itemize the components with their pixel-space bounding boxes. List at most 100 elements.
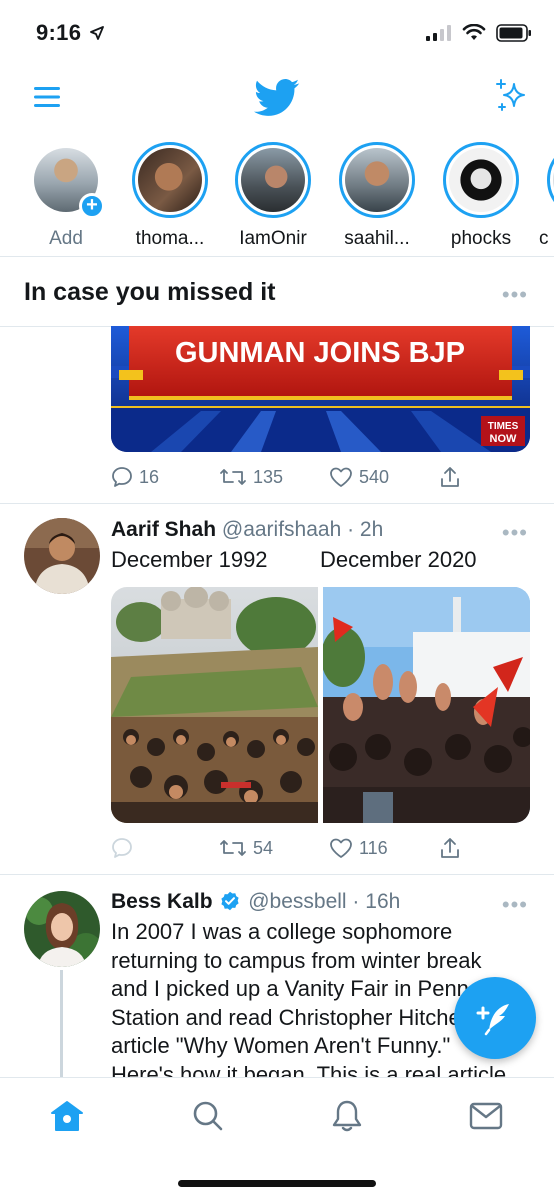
share-icon: [441, 467, 459, 487]
tweet-text-left: December 1992: [111, 547, 268, 572]
tweet-media-image[interactable]: GUNMAN JOINS BJP TIMES NOW: [111, 326, 530, 452]
like-button[interactable]: 540: [329, 466, 389, 488]
channel-badge-bottom: NOW: [490, 433, 518, 445]
like-button[interactable]: 116: [329, 837, 388, 859]
section-header: In case you missed it •••: [0, 268, 554, 324]
retweet-button[interactable]: 54: [219, 837, 273, 859]
profile-photo: [24, 891, 100, 967]
share-button[interactable]: [439, 836, 461, 860]
fleet-add[interactable]: + Add: [16, 142, 116, 250]
fleet-item[interactable]: IamOnir: [223, 142, 323, 250]
section-title: In case you missed it: [24, 278, 276, 306]
status-bar: 9:16: [0, 0, 554, 64]
crowd-photo-2020: [321, 587, 530, 823]
display-name[interactable]: Aarif Shah: [111, 518, 216, 541]
retweet-count: 54: [253, 837, 274, 858]
avatar[interactable]: [24, 891, 100, 967]
share-icon: [441, 838, 459, 858]
fleet-ring: +: [28, 142, 105, 219]
divider: [0, 256, 554, 257]
fleet-ring: [235, 142, 311, 218]
menu-button[interactable]: [34, 86, 60, 113]
tweet-more-button[interactable]: •••: [502, 892, 528, 918]
tweet-header: Bess Kalb @bessbell · 16h: [111, 890, 400, 914]
fleets-row: + Add thoma... IamOnir saahil... phocks …: [0, 138, 554, 250]
battery-icon: [496, 24, 531, 42]
avatar: [449, 148, 513, 212]
search-icon: [193, 1101, 223, 1131]
handle-time: @bessbell · 16h: [248, 890, 401, 913]
heart-icon: [330, 467, 352, 487]
heart-icon: [330, 838, 352, 858]
fleet-item[interactable]: c: [535, 142, 554, 250]
fleet-ring: [132, 142, 208, 218]
fleet-item[interactable]: saahil...: [327, 142, 427, 250]
crowd-photo-1992: [111, 587, 318, 823]
status-icons: [426, 24, 532, 42]
retweet-button[interactable]: 135: [219, 466, 283, 488]
tweet-header: Aarif Shah @aarifshaah · 2h: [111, 518, 383, 542]
fleet-ring: [339, 142, 415, 218]
wifi-icon: [462, 24, 486, 40]
status-time: 9:16: [36, 20, 104, 46]
top-tweets-button[interactable]: [494, 78, 530, 119]
tab-notifications[interactable]: [327, 1096, 367, 1136]
handle-time: @aarifshaah · 2h: [221, 518, 384, 541]
location-arrow-icon: [89, 26, 104, 40]
verified-badge-icon: [221, 891, 239, 911]
retweet-count: 135: [253, 466, 284, 487]
bell-icon: [332, 1100, 362, 1132]
profile-photo: [24, 518, 100, 594]
tweet-media-image-left[interactable]: [111, 587, 318, 823]
avatar: [138, 148, 202, 212]
fleet-name: Add: [49, 228, 83, 249]
tweet-media-image-right[interactable]: [321, 587, 530, 823]
reply-count: 16: [139, 466, 160, 487]
reply-icon: [112, 838, 132, 858]
retweet-icon: [220, 469, 246, 485]
reply-button[interactable]: 16: [111, 466, 159, 488]
like-count: 116: [359, 837, 388, 858]
home-indicator: [178, 1180, 376, 1187]
news-headline: GUNMAN JOINS BJP: [175, 337, 465, 369]
tweet-more-button[interactable]: •••: [502, 520, 528, 546]
channel-badge-top: TIMES: [488, 421, 519, 432]
reply-button[interactable]: [111, 837, 133, 859]
thread-line: [60, 970, 63, 1080]
compose-tweet-button[interactable]: [454, 977, 536, 1059]
top-nav: [0, 70, 554, 130]
signal-icon: [426, 25, 451, 41]
tweet-text: December 1992 December 2020: [111, 546, 531, 575]
sparkle-icon: [496, 79, 525, 111]
tab-messages[interactable]: [466, 1096, 506, 1136]
reply-icon: [112, 467, 132, 487]
avatar[interactable]: [24, 518, 100, 594]
fleet-name: phocks: [450, 228, 512, 249]
add-fleet-plus-icon: +: [79, 193, 105, 219]
twitter-bird-icon: [254, 79, 300, 116]
divider: [0, 503, 554, 504]
retweet-icon: [220, 840, 246, 856]
share-button[interactable]: [439, 465, 461, 489]
status-time-text: 9:16: [36, 20, 82, 45]
fleet-name: thoma...: [135, 228, 205, 249]
fleet-name: saahil...: [344, 228, 410, 249]
avatar: [241, 148, 305, 212]
tweet-text-right: December 2020: [320, 547, 477, 572]
news-graphic: GUNMAN JOINS BJP TIMES NOW: [111, 326, 530, 452]
fleet-item[interactable]: thoma...: [120, 142, 220, 250]
like-count: 540: [359, 466, 390, 487]
fleet-item[interactable]: phocks: [431, 142, 531, 250]
home-icon: [51, 1101, 83, 1131]
tab-explore[interactable]: [188, 1096, 228, 1136]
fleet-name: c: [539, 228, 549, 249]
tab-home[interactable]: [47, 1096, 87, 1136]
section-more-button[interactable]: •••: [502, 282, 528, 308]
mail-icon: [469, 1102, 503, 1130]
twitter-logo[interactable]: [254, 78, 300, 123]
divider: [0, 874, 554, 875]
feather-plus-icon: [476, 1004, 509, 1036]
fleet-ring: [443, 142, 519, 218]
tweet-media-grid: [111, 587, 530, 823]
display-name[interactable]: Bess Kalb: [111, 890, 213, 913]
